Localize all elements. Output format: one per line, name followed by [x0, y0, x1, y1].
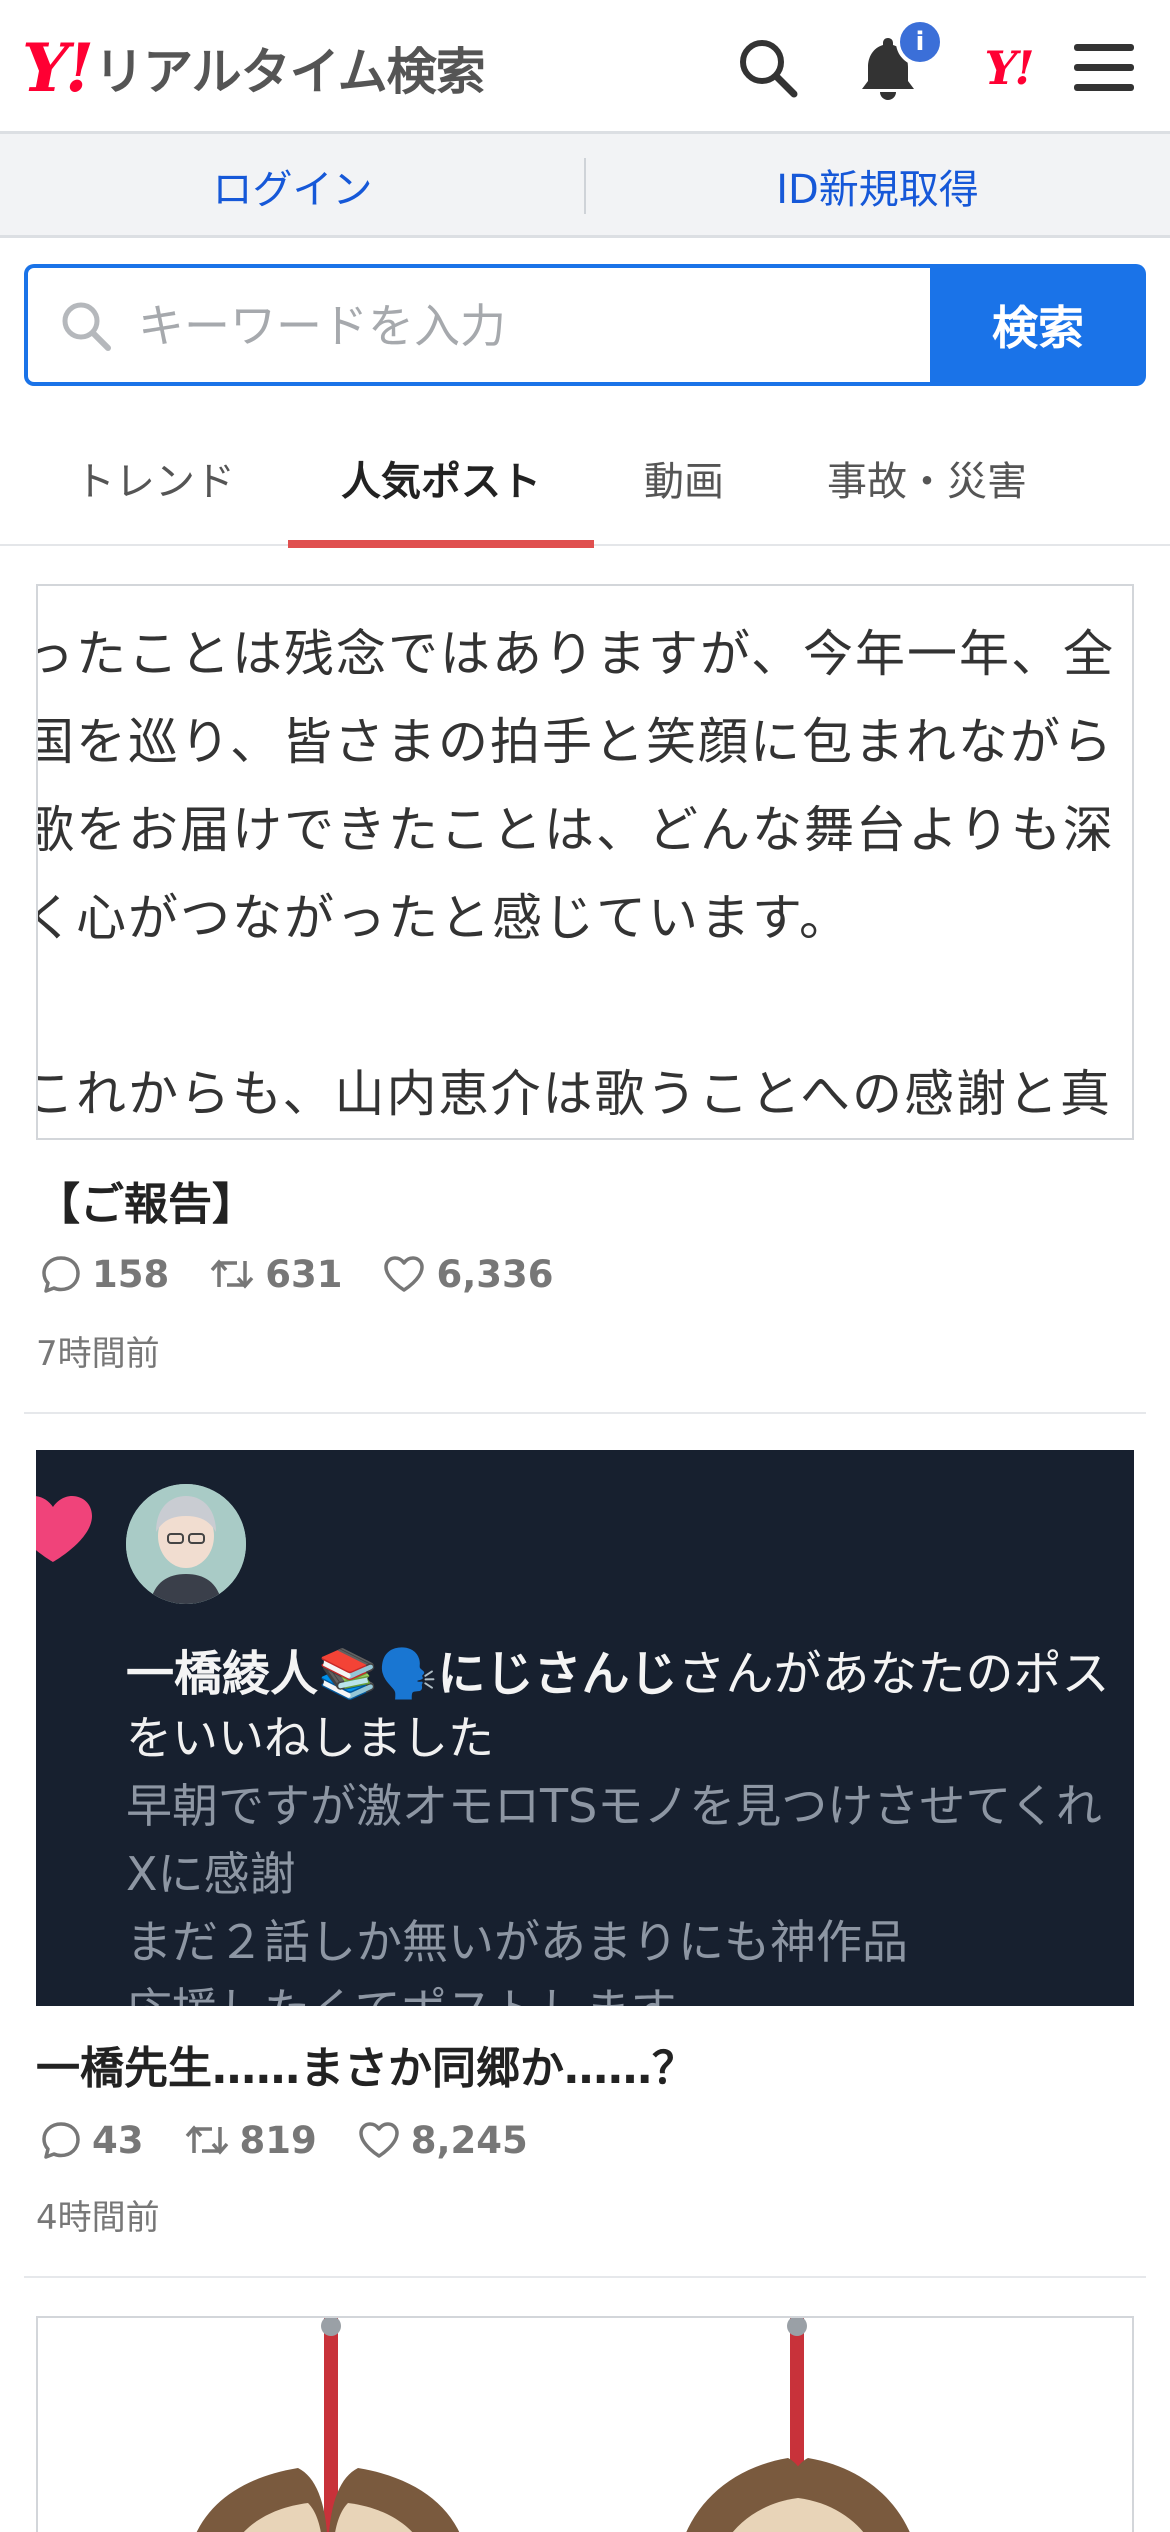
post-time: 4時間前 [36, 2198, 160, 2238]
search-field-icon [58, 298, 114, 358]
reply-icon [42, 2122, 80, 2159]
reply-count[interactable]: 158 [40, 1253, 169, 1296]
plush-toy-image [196, 2318, 910, 2532]
heart-icon [36, 1496, 92, 1562]
reply-icon [42, 1256, 80, 1293]
quoted-text: 応援したくてポストします [126, 1974, 677, 2006]
image-text-line: 歌をお届けできたことは、どんな舞台よりも深 [36, 801, 1115, 859]
reply-count[interactable]: 43 [40, 2119, 144, 2162]
quoted-text: Xに感謝 [126, 1847, 296, 1901]
notification-text: 一橋綾人📚🗣️にじさんじさんがあなたのポス [126, 1646, 1110, 1702]
login-link[interactable]: ログイン [0, 134, 585, 238]
search-input[interactable] [138, 286, 918, 366]
post-divider [24, 2276, 1146, 2278]
account-bar: ログイン ID新規取得 [0, 134, 1170, 238]
image-text-line: ったことは残念ではありますが、今年一年、全 [36, 625, 1115, 683]
post-image[interactable] [36, 2316, 1134, 2532]
quoted-text: まだ２話しか無いがあまりにも神作品 [126, 1915, 908, 1969]
tab-accident-disaster[interactable]: 事故・災害 [790, 410, 1064, 546]
post-stats: 158 631 6,336 [40, 1246, 594, 1302]
avatar [126, 1484, 246, 1604]
like-count[interactable]: 6,336 [382, 1253, 554, 1296]
post-title[interactable]: 一橋先生……まさか同郷か……？ [36, 2032, 696, 2096]
like-icon [358, 2122, 399, 2158]
post-stats: 43 819 8,245 [40, 2112, 568, 2168]
like-count[interactable]: 8,245 [357, 2119, 528, 2162]
repost-count[interactable]: 819 [184, 2119, 317, 2162]
like-icon [384, 1256, 425, 1292]
image-text-line: く心がつながったと感じています。 [36, 889, 851, 947]
notification-badge[interactable]: i [896, 18, 944, 66]
tab-video[interactable]: 動画 [600, 410, 768, 546]
repost-icon [210, 1259, 254, 1289]
tab-popular-posts[interactable]: 人気ポスト [288, 410, 594, 548]
app-header: Y! リアルタイム検索 i Y! [0, 0, 1170, 134]
search-icon[interactable] [728, 28, 808, 108]
image-text-line: 国を巡り、皆さまの拍手と笑顔に包まれながら [36, 713, 1114, 771]
quoted-text: 早朝ですが激オモロTSモノを見つけさせてくれ [126, 1779, 1102, 1833]
search-box [24, 264, 932, 386]
post-title[interactable]: 【ご報告】 [36, 1168, 256, 1232]
menu-icon[interactable] [1064, 28, 1144, 108]
search-button[interactable]: 検索 [930, 264, 1146, 386]
yahoo-japan-icon[interactable]: Y! [968, 28, 1048, 108]
category-tabs: トレンド 人気ポスト 動画 事故・災害 [0, 410, 1170, 548]
post-image[interactable]: 一橋綾人📚🗣️にじさんじさんがあなたのポス をいいねしました 早朝ですが激オモロ… [36, 1450, 1134, 2006]
post-divider [24, 1412, 1146, 1414]
yahoo-logo-mark: Y! [22, 29, 94, 107]
site-title: リアルタイム検索 [94, 43, 485, 101]
notification-text: をいいねしました [126, 1711, 494, 1765]
yahoo-realtime-logo[interactable]: Y! リアルタイム検索 [22, 28, 486, 108]
repost-count[interactable]: 631 [209, 1253, 342, 1296]
tab-trend[interactable]: トレンド [30, 410, 280, 546]
post-time: 7時間前 [36, 1334, 160, 1374]
image-text-line: これからも、山内恵介は歌うことへの感謝と真 [36, 1065, 1112, 1123]
repost-icon [185, 2125, 228, 2155]
post-image[interactable]: ったことは残念ではありますが、今年一年、全 国を巡り、皆さまの拍手と笑顔に包まれ… [36, 584, 1134, 1140]
register-link[interactable]: ID新規取得 [585, 134, 1170, 238]
